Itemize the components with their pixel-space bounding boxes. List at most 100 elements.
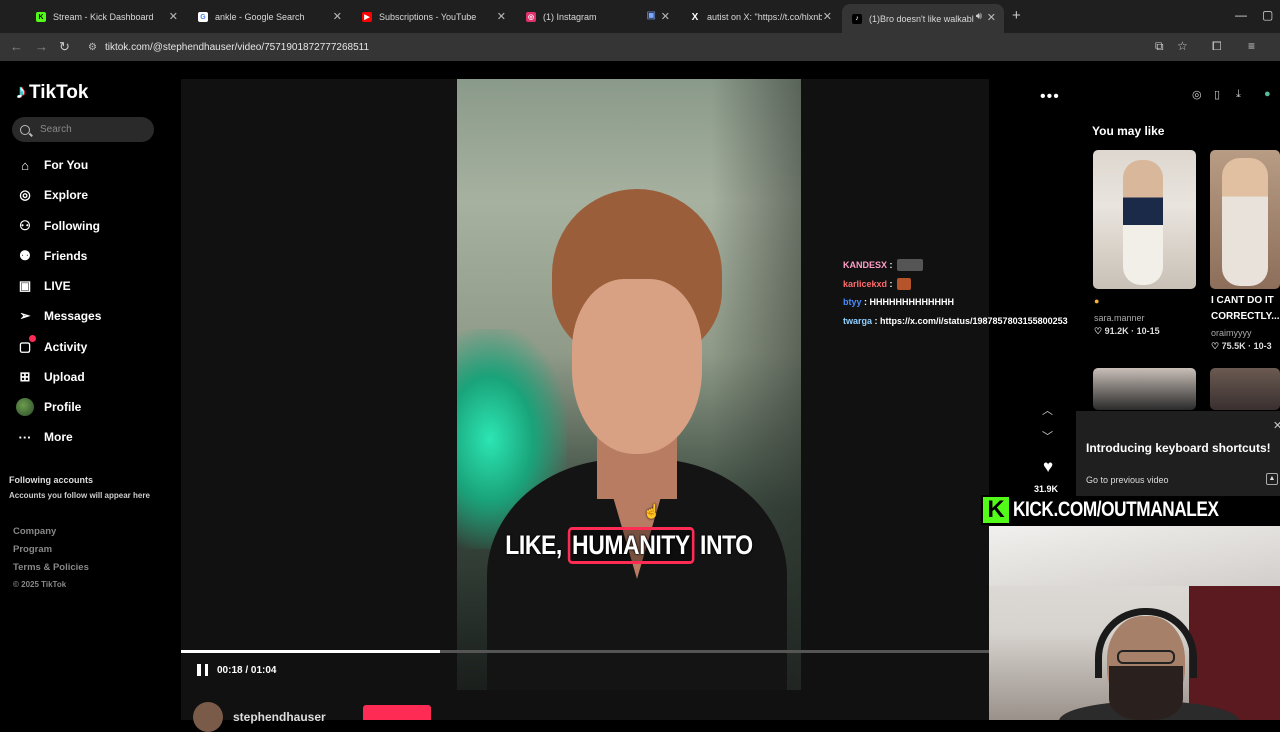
site-info-icon[interactable]: ⚙ (88, 42, 97, 53)
close-icon[interactable]: ✕ (823, 10, 832, 23)
nav-live[interactable]: ▣ LIVE (16, 275, 71, 297)
menu-icon[interactable]: ≡ (1248, 39, 1255, 53)
author-row[interactable]: stephendhauser (193, 702, 326, 732)
key-up-icon: ▲ (1266, 473, 1278, 485)
thumb-username[interactable]: oraimyyyy (1211, 328, 1252, 338)
chat-username: btyy (843, 297, 862, 307)
author-name[interactable]: stephendhauser (233, 710, 326, 724)
chat-message: KANDESX : (843, 259, 923, 271)
search-input[interactable]: Search (12, 117, 154, 142)
nav-activity[interactable]: ▢ Activity (16, 335, 88, 358)
footer-link-terms[interactable]: Terms & Policies (13, 562, 89, 573)
chat-message: btyy : HHHHHHHHHHHHH (843, 297, 955, 307)
chevron-up-icon[interactable]: ︿ (1042, 402, 1053, 418)
video-thumbnail[interactable] (1093, 150, 1196, 289)
chat-message: karlicekxd : (843, 278, 911, 290)
forward-icon[interactable]: → (35, 39, 48, 54)
nav-for-you[interactable]: ⌂ For You (16, 154, 88, 176)
maximize-icon[interactable]: ▢ (1262, 8, 1273, 22)
popup-title: Introducing keyboard shortcuts! (1086, 441, 1271, 455)
caption-word: LIKE, (505, 530, 562, 560)
kick-channel-text: KICK.COM/OUTMANALEX (1012, 497, 1219, 522)
chat-username: karlicekxd (843, 279, 888, 289)
compass-icon[interactable]: ◎ (1192, 88, 1202, 101)
tab-instagram[interactable]: ◎ (1) Instagram ▣ ✕ (516, 5, 678, 29)
thumb-title: I CANT DO IT CORRECTLY... (1211, 295, 1280, 322)
chat-message: twarga : https://x.com/i/status/19878578… (843, 316, 1068, 326)
avatar[interactable]: ● (1264, 88, 1271, 100)
like-count: 31.9K (1034, 484, 1059, 494)
follow-button[interactable] (363, 705, 431, 720)
video-player[interactable] (457, 79, 801, 690)
nav-label: Explore (44, 188, 89, 202)
live-icon: ▣ (18, 278, 32, 293)
nav-upload[interactable]: ⊞ Upload (16, 366, 85, 388)
nav-label: LIVE (44, 279, 71, 293)
extensions-icon[interactable]: ⧠ (1212, 39, 1222, 54)
emoji-icon: ● (1094, 296, 1100, 306)
nav-more[interactable]: ··· More (16, 426, 73, 448)
video-progress-bar[interactable] (181, 650, 989, 653)
browser-tab-bar: K Stream - Kick Dashboard ✕ G ankle - Go… (0, 0, 1280, 33)
bookmark-star-icon[interactable]: ☆ (1177, 39, 1188, 53)
download-icon[interactable]: ⤓ (1236, 88, 1241, 101)
tab-youtube[interactable]: ▶ Subscriptions - YouTube ✕ (352, 5, 514, 29)
playback-controls: 00:18 / 01:04 (197, 664, 277, 676)
notification-badge (29, 335, 36, 342)
home-icon: ⌂ (21, 157, 29, 173)
new-tab-icon[interactable]: + (1012, 7, 1021, 24)
close-icon[interactable]: ✕ (333, 10, 342, 23)
more-options-icon[interactable]: ••• (1040, 88, 1060, 106)
url-field[interactable]: ⚙ tiktok.com/@stephendhauser/video/75719… (84, 36, 1204, 58)
popup-shortcut-label: Go to previous video (1086, 475, 1169, 485)
close-icon[interactable]: ✕ (1273, 419, 1280, 432)
plus-box-icon: ⊞ (19, 369, 31, 384)
footer-link-company[interactable]: Company (13, 526, 56, 537)
video-thumbnail[interactable] (1210, 150, 1280, 289)
nav-label: Activity (44, 340, 88, 354)
copyright: © 2025 TikTok (13, 580, 67, 589)
thumb-stats: ♡ 91.2K · 10-15 (1094, 326, 1160, 336)
close-icon[interactable]: ✕ (169, 10, 178, 23)
nav-explore[interactable]: ◎ Explore (16, 184, 88, 206)
install-icon[interactable]: ⧉ (1155, 39, 1164, 54)
close-icon[interactable]: ✕ (987, 11, 996, 24)
nav-profile[interactable]: Profile (16, 396, 81, 418)
tab-title: Subscriptions - YouTube (379, 12, 477, 22)
chevron-down-icon[interactable]: ﹀ (1042, 428, 1053, 444)
footer-link-program[interactable]: Program (13, 544, 52, 555)
tab-google[interactable]: G ankle - Google Search ✕ (188, 5, 350, 29)
close-icon[interactable]: ✕ (661, 10, 670, 23)
caption-word: INTO (699, 530, 753, 560)
minimize-icon[interactable]: — (1235, 8, 1247, 22)
video-thumbnail[interactable] (1210, 368, 1280, 410)
phone-icon[interactable]: ▯ (1214, 88, 1220, 101)
mouse-pointer-icon: ☝ (643, 503, 661, 519)
nav-following[interactable]: ⚇ Following (16, 215, 100, 237)
video-thumbnail[interactable] (1093, 368, 1196, 410)
speaker-icon[interactable]: 🔊︎ (976, 11, 982, 22)
search-placeholder: Search (40, 124, 72, 135)
reload-icon[interactable]: ↻ (59, 39, 70, 55)
nav-friends[interactable]: ⚉ Friends (16, 245, 87, 267)
tab-kick[interactable]: K Stream - Kick Dashboard ✕ (26, 5, 186, 29)
thumb-username[interactable]: sara.manner (1094, 313, 1145, 323)
tab-x[interactable]: X autist on X: "https://t.co/hlxnb ✕ (680, 5, 840, 29)
nav-label: Friends (44, 249, 88, 263)
pip-icon[interactable]: ▣ (647, 10, 656, 21)
pause-icon[interactable] (197, 664, 208, 676)
back-icon[interactable]: ← (10, 39, 23, 54)
video-caption: LIKE, HUMANITY INTO (483, 527, 775, 564)
logo-text: TikTok (29, 81, 89, 103)
tab-title: ankle - Google Search (215, 12, 305, 22)
avatar (16, 398, 34, 416)
compass-icon: ◎ (19, 187, 31, 202)
author-avatar[interactable] (193, 702, 223, 732)
chat-username: twarga (843, 316, 873, 326)
heart-icon[interactable]: ♥ (1039, 457, 1057, 477)
nav-messages[interactable]: ➢ Messages (16, 305, 102, 327)
following-icon: ⚇ (19, 218, 31, 233)
tiktok-logo[interactable]: ♪ TikTok (16, 81, 88, 104)
tab-tiktok-active[interactable]: ♪ (1)Bro doesn't like walkable 🔊︎ ✕ (842, 4, 1004, 33)
close-icon[interactable]: ✕ (497, 10, 506, 23)
